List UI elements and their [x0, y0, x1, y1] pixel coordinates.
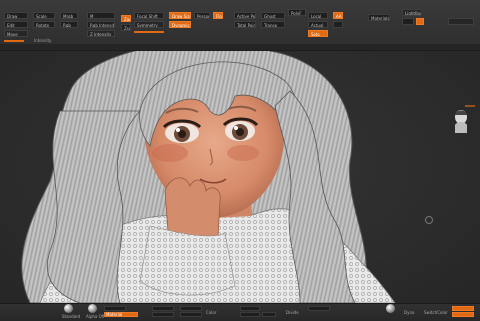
shelf-label-alpha: Alpha Off	[86, 314, 105, 319]
sleeve	[139, 225, 236, 296]
local-button[interactable]: Local	[308, 12, 328, 19]
draw-size-field[interactable]: Draw Size	[169, 12, 191, 19]
shelf-label-material: Material	[106, 312, 123, 317]
lightbox-slot-2[interactable]	[416, 18, 424, 25]
floor-button[interactable]: Floor	[213, 12, 223, 19]
polyf-button[interactable]: PolyF	[288, 9, 306, 16]
intensity-slider[interactable]	[134, 31, 164, 33]
switch-button[interactable]	[240, 312, 260, 317]
color-sphere-icon[interactable]	[386, 304, 395, 313]
brush-sphere-icon[interactable]	[64, 304, 73, 313]
transp-button[interactable]: Transp	[261, 21, 285, 28]
shelf-label-switchcolor: SwitchColor	[424, 310, 448, 315]
active-points-field[interactable]: Active Points	[234, 12, 256, 19]
focal-shift-field[interactable]: Focal Shift	[134, 12, 164, 19]
head-navigation-gizmo[interactable]	[451, 107, 471, 133]
tool-button-2[interactable]: Edit	[4, 21, 28, 28]
actual-button[interactable]: Actual	[308, 21, 328, 28]
mode-button-rgb[interactable]: Rgb Intensity	[87, 21, 115, 28]
shelf-label-divide: Divide	[286, 310, 299, 315]
move-button[interactable]	[180, 306, 202, 311]
stroke-button[interactable]	[104, 306, 126, 311]
tool-button-5[interactable]: Rotate	[33, 21, 55, 28]
tool-button-1[interactable]: Draw	[4, 12, 28, 19]
active-tool-label: Intensity	[34, 38, 52, 43]
perspective-button[interactable]: Perspective	[194, 12, 210, 19]
material-sphere-icon[interactable]	[88, 304, 97, 313]
ghost-button[interactable]: Ghost	[261, 12, 285, 19]
lightbox-button[interactable]: LightBox	[402, 9, 422, 16]
right-shelf-button-1[interactable]	[452, 306, 474, 311]
total-points-field[interactable]: Total Points	[234, 21, 256, 28]
symmetry-field[interactable]: Symmetry	[134, 21, 164, 28]
gradient-button[interactable]	[240, 306, 260, 311]
aahalf-button[interactable]: AAHalf	[333, 12, 343, 19]
solo-button[interactable]: Solo	[308, 30, 328, 37]
shelf-label-color: Color	[206, 310, 217, 315]
shelf-label-standard: Standard	[62, 314, 81, 319]
left-eye	[162, 119, 202, 143]
top-palette: Draw Edit Move Scale Rotate Mrgb Rgb M R…	[0, 0, 480, 45]
zadd-button[interactable]: Zadd	[121, 15, 131, 22]
texture-button[interactable]	[152, 306, 174, 311]
lightbox-slot-1[interactable]	[402, 18, 414, 25]
zoom-button[interactable]	[152, 312, 174, 317]
floor-toggle-icon[interactable]	[465, 104, 475, 108]
zprojection-button[interactable]	[308, 306, 330, 311]
materials-menu[interactable]: Materials	[368, 14, 390, 21]
canvas-viewport[interactable]	[0, 51, 480, 303]
right-shelf-button-2[interactable]	[452, 312, 474, 317]
tool-button-4[interactable]: Scale	[33, 12, 55, 19]
brushmod-button[interactable]	[180, 312, 202, 317]
top-accent-line	[4, 40, 24, 42]
mode-button-zint[interactable]: Z Intensity	[87, 30, 115, 37]
zsub-button[interactable]: Zsub	[121, 24, 131, 31]
tool-button-7[interactable]: Rgb	[60, 21, 78, 28]
mode-button-draw[interactable]: M	[87, 12, 115, 19]
tool-button-3[interactable]: Move	[4, 30, 28, 37]
right-panel-button[interactable]	[448, 18, 474, 25]
alternate-button[interactable]	[262, 312, 276, 317]
sculpt-model	[21, 51, 396, 303]
shelf-separator	[0, 44, 480, 51]
tool-button-6[interactable]: Mrgb	[60, 12, 78, 19]
shelf-label-dyna: Dyna	[404, 310, 415, 315]
materials-button[interactable]	[333, 21, 343, 28]
dynamic-button[interactable]: Dynamic	[169, 21, 191, 28]
light-position-icon[interactable]	[425, 216, 433, 224]
